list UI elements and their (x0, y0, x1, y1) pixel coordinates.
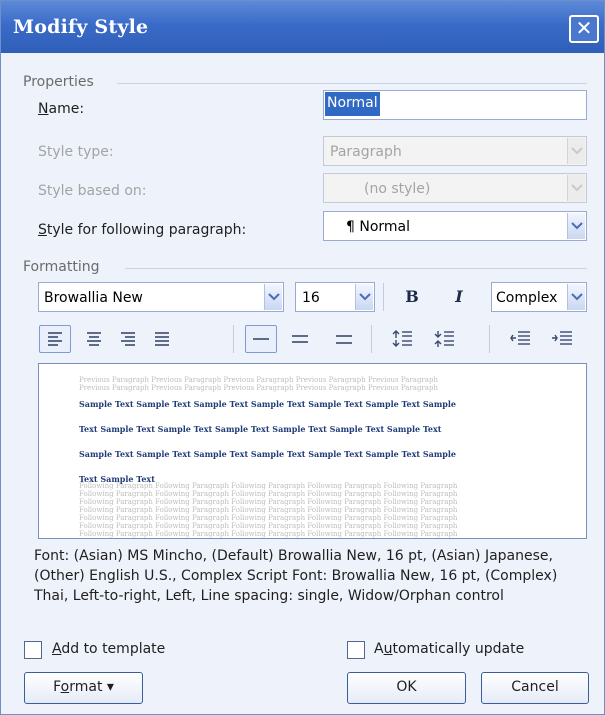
auto-update-label: Automatically update (374, 641, 525, 657)
name-field[interactable]: Normal (323, 90, 587, 120)
following-style-select[interactable]: ¶ Normal (323, 211, 587, 241)
toolbar-separator (383, 283, 384, 311)
one-half-spacing-icon (292, 335, 308, 343)
style-based-on-label: Style based on: (38, 183, 147, 199)
title-bar: Modify Style ✕ (1, 1, 604, 53)
following-paragraph-line: Following Paragraph Following Paragraph … (79, 498, 458, 506)
script-value: Complex (496, 290, 558, 306)
following-paragraph-line: Following Paragraph Following Paragraph … (79, 506, 458, 514)
center-button[interactable] (78, 325, 110, 353)
following-paragraph-line: Following Paragraph Following Paragraph … (79, 482, 458, 490)
style-preview: Previous Paragraph Previous Paragraph Pr… (38, 363, 587, 539)
chevron-down-icon[interactable] (355, 284, 373, 310)
double-spacing-icon (336, 335, 352, 344)
decrease-indent-icon (510, 331, 530, 345)
style-type-select: Paragraph (323, 136, 587, 166)
toolbar-separator (489, 325, 490, 353)
previous-paragraph-line: Previous Paragraph Previous Paragraph Pr… (79, 384, 438, 392)
chevron-down-icon[interactable] (264, 284, 282, 310)
sample-text-line: Sample Text Sample Text Sample Text Samp… (79, 449, 456, 459)
following-style-value: ¶ Normal (346, 219, 411, 235)
increase-indent-button[interactable] (547, 325, 579, 353)
chevron-down-icon[interactable] (567, 284, 585, 310)
auto-update-checkbox[interactable] (347, 641, 365, 659)
previous-paragraph-line: Previous Paragraph Previous Paragraph Pr… (79, 376, 438, 384)
properties-divider (117, 83, 587, 84)
space-before-button[interactable] (387, 325, 419, 353)
following-paragraph-line: Following Paragraph Following Paragraph … (79, 530, 458, 538)
add-to-template-checkbox[interactable] (24, 641, 42, 659)
following-paragraph-line: Following Paragraph Following Paragraph … (79, 522, 458, 530)
following-paragraph-line: Following Paragraph Following Paragraph … (79, 490, 458, 498)
font-size-value: 16 (302, 290, 320, 306)
font-select[interactable]: Browallia New (38, 282, 284, 312)
script-select[interactable]: Complex (491, 282, 587, 312)
cancel-button[interactable]: Cancel (481, 672, 589, 704)
toolbar-separator (233, 325, 234, 353)
following-style-label: Style for following paragraph: (38, 222, 247, 238)
increase-indent-icon (552, 331, 572, 345)
space-after-icon (434, 331, 454, 347)
format-button[interactable]: Format ▾ (24, 672, 143, 704)
align-left-button[interactable] (39, 325, 71, 353)
decrease-indent-button[interactable] (505, 325, 537, 353)
style-based-on-select: (no style) (323, 173, 587, 203)
close-button[interactable]: ✕ (569, 15, 599, 43)
add-to-template-label: Add to template (52, 641, 166, 657)
dialog-title: Modify Style (13, 16, 149, 38)
single-spacing-button[interactable] (245, 325, 277, 353)
toolbar-separator (371, 325, 372, 353)
font-value: Browallia New (44, 290, 143, 306)
sample-text-line: Sample Text Sample Text Sample Text Samp… (79, 399, 456, 409)
formatting-divider (125, 268, 587, 269)
style-description: Font: (Asian) MS Mincho, (Default) Browa… (34, 548, 558, 604)
space-after-button[interactable] (429, 325, 461, 353)
align-right-icon (121, 332, 135, 346)
name-field-value: Normal (325, 92, 380, 116)
style-based-on-value: (no style) (364, 181, 431, 197)
chevron-down-icon[interactable] (567, 213, 585, 239)
chevron-down-icon (567, 175, 585, 201)
align-right-button[interactable] (112, 325, 144, 353)
chevron-down-icon: ▾ (106, 679, 114, 695)
sample-text-line: Text Sample Text Sample Text Sample Text… (79, 424, 442, 434)
modify-style-dialog: Modify Style ✕ Properties Name: Normal S… (0, 0, 605, 715)
properties-section-label: Properties (23, 74, 94, 90)
close-icon: ✕ (575, 16, 593, 40)
formatting-section-label: Formatting (23, 259, 100, 275)
style-type-label: Style type: (38, 144, 114, 160)
align-left-icon (48, 332, 62, 346)
align-center-icon (87, 332, 101, 346)
font-size-select[interactable]: 16 (295, 282, 375, 312)
ok-button[interactable]: OK (347, 672, 466, 704)
single-spacing-icon (253, 338, 269, 340)
name-label: Name: (38, 101, 85, 117)
double-spacing-button[interactable] (328, 325, 360, 353)
bold-button[interactable]: B (396, 283, 428, 311)
style-type-value: Paragraph (330, 144, 402, 160)
justify-button[interactable] (146, 325, 178, 353)
chevron-down-icon (567, 138, 585, 164)
following-paragraph-line: Following Paragraph Following Paragraph … (79, 514, 458, 522)
one-half-spacing-button[interactable] (284, 325, 316, 353)
italic-button[interactable]: I (443, 283, 475, 311)
space-before-icon (392, 330, 412, 347)
justify-icon (155, 332, 169, 346)
